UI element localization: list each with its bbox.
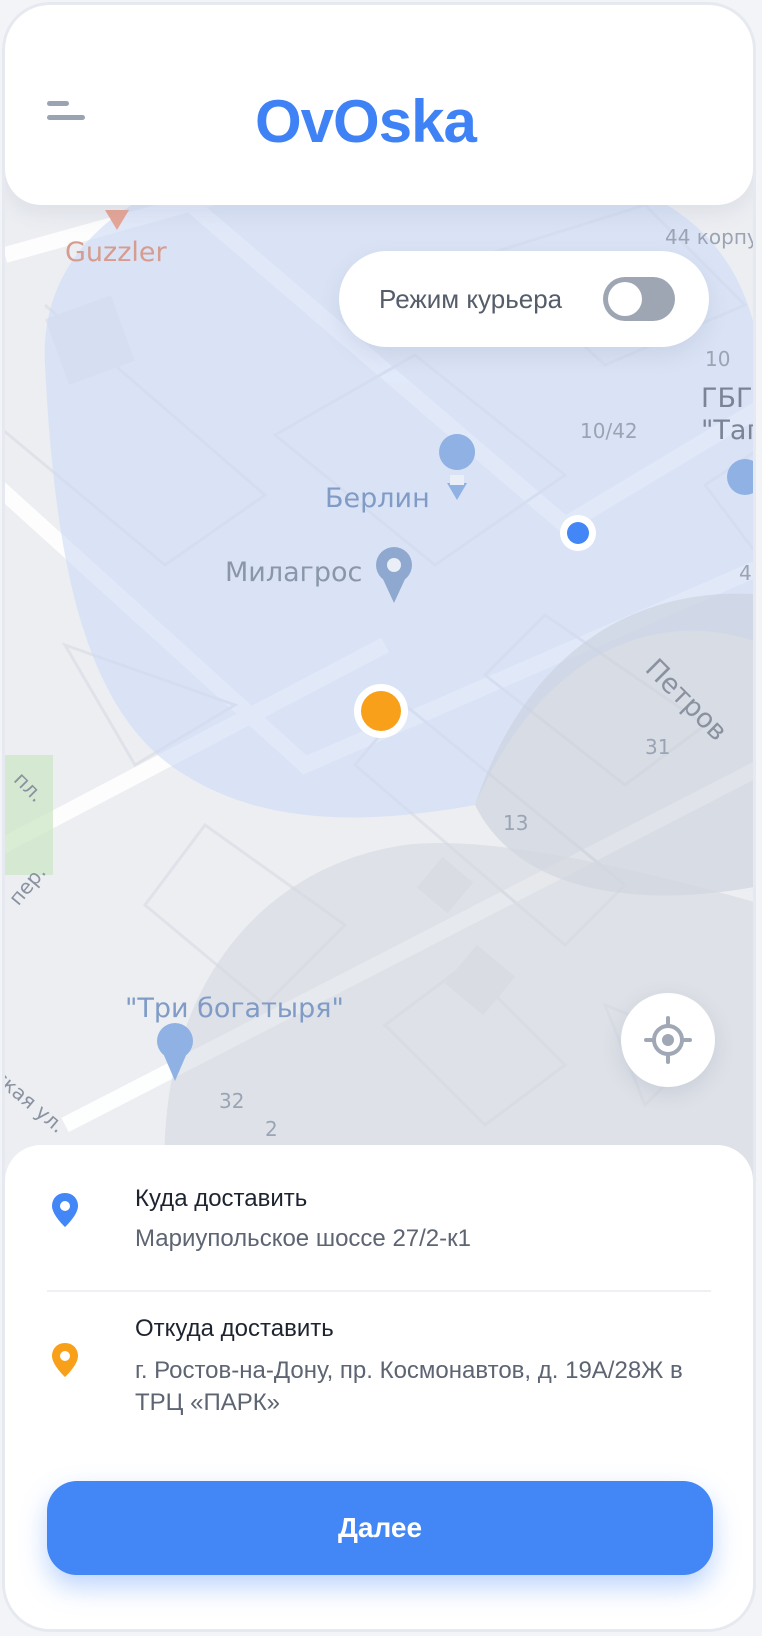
delivery-from-value: г. Ростов-на-Дону, пр. Космонавтов, д. 1… — [135, 1357, 683, 1416]
logo-part2: ska — [378, 88, 477, 155]
delivery-sheet: Куда доставить Мариупольское шоссе 27/2-… — [5, 1145, 753, 1629]
map-label-milagros: Милагрос — [225, 557, 363, 588]
location-pin-blue-icon — [52, 1193, 78, 1227]
courier-mode-label: Режим курьера — [379, 284, 563, 314]
map-label-2: 2 — [265, 1117, 278, 1141]
app-header: OvOska — [5, 5, 753, 205]
courier-mode-switch[interactable] — [603, 277, 675, 321]
map-label-1042: 10/42 — [580, 419, 638, 443]
courier-mode-card: Режим курьера — [339, 251, 709, 347]
phone-frame: Guzzler 44 корпу 10 10/42 ГБГ "Таг Берли… — [2, 2, 756, 1632]
menu-icon-line — [47, 115, 85, 120]
menu-icon[interactable] — [47, 95, 91, 129]
map-label-corpus: 44 корпу — [665, 225, 756, 249]
map-label-berlin: Берлин — [325, 483, 430, 514]
map-label-gbg: ГБГ — [701, 383, 753, 414]
map-label-tri-bogatyrya: "Три богатыря" — [125, 993, 344, 1024]
map-label-32: 32 — [219, 1089, 245, 1113]
map-label-13: 13 — [503, 811, 529, 835]
map-label-31: 31 — [645, 735, 671, 759]
menu-icon-line — [47, 101, 69, 106]
delivery-from-title: Откуда доставить — [135, 1315, 334, 1342]
map-label-4a: 4 — [739, 561, 752, 585]
app-logo: OvOska — [255, 87, 477, 156]
map-label-guzzler: Guzzler — [65, 237, 167, 268]
next-button[interactable]: Далее — [47, 1481, 713, 1575]
delivery-to-value: Мариупольское шоссе 27/2-к1 — [135, 1225, 471, 1252]
map-label-10: 10 — [705, 347, 731, 371]
switch-knob — [608, 282, 642, 316]
delivery-to-title: Куда доставить — [135, 1185, 308, 1212]
crosshair-icon — [644, 1016, 692, 1064]
location-pin-orange-icon — [52, 1343, 78, 1377]
map-label-tag: "Таг — [701, 415, 756, 446]
locate-me-button[interactable] — [621, 993, 715, 1087]
berlin-pin — [439, 434, 476, 470]
divider — [47, 1290, 711, 1292]
logo-part1: OvO — [255, 88, 380, 155]
